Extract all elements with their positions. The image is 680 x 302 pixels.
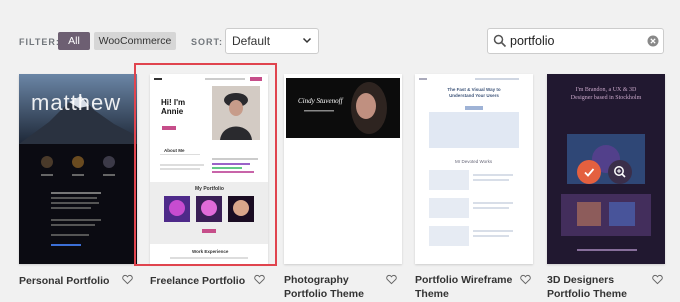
theme-thumbnail[interactable]: matthew (19, 74, 137, 264)
chevron-down-icon (302, 37, 312, 44)
designers-preview (547, 74, 665, 264)
search-input[interactable]: portfolio (487, 28, 664, 54)
theme-card-title: 3D Designers Portfolio Theme (547, 274, 627, 300)
thumb-portfolio: My Portfolio (195, 186, 224, 192)
theme-card-freelance-portfolio[interactable]: Hi! I'm Annie About Me My Portfolio Work… (150, 74, 268, 287)
heart-icon[interactable] (122, 274, 133, 285)
heart-icon[interactable] (386, 274, 397, 285)
theme-thumbnail[interactable]: The Fast & Visual Way to Understand Your… (415, 74, 533, 264)
theme-card-portfolio-wireframe[interactable]: The Fast & Visual Way to Understand Your… (415, 74, 533, 300)
sort-label: SORT: (191, 37, 223, 47)
search-input-value: portfolio (510, 34, 555, 48)
clear-search-icon[interactable] (647, 35, 659, 47)
heart-icon[interactable] (520, 274, 531, 285)
theme-card-title: Personal Portfolio (19, 275, 110, 287)
thumb-heading: I'm Brandon, a UX & 3D Designer based in… (570, 87, 642, 101)
theme-card-title: Freelance Portfolio (150, 275, 246, 287)
heart-icon[interactable] (254, 274, 265, 285)
theme-thumbnail[interactable]: Cindy Stuvenoff (284, 74, 402, 264)
thumb-hero-text: matthew (31, 90, 122, 115)
theme-card-title: Portfolio Wireframe Theme (415, 274, 513, 300)
wireframe-preview (415, 74, 533, 264)
filter-label: FILTER: (19, 37, 60, 47)
thumb-work: Work Experience (192, 249, 229, 254)
filter-all-button[interactable]: All (58, 32, 90, 50)
theme-thumbnail[interactable]: I'm Brandon, a UX & 3D Designer based in… (547, 74, 665, 264)
theme-thumbnail[interactable]: Hi! I'm Annie About Me My Portfolio Work… (150, 74, 268, 264)
heart-icon[interactable] (652, 274, 663, 285)
checkmark-icon (584, 168, 595, 177)
install-button[interactable] (577, 160, 601, 184)
theme-card-photography-portfolio[interactable]: Cindy Stuvenoff Photography Portfolio Th… (284, 74, 402, 300)
filter-woocommerce-button[interactable]: WooCommerce (94, 32, 176, 50)
theme-card-3d-designers-portfolio[interactable]: I'm Brandon, a UX & 3D Designer based in… (547, 74, 665, 300)
thumb-about: About Me (164, 148, 185, 153)
sort-select-value: Default (232, 34, 271, 48)
thumb-heading: The Fast & Visual Way to Understand Your… (447, 87, 501, 98)
thumb-heading: Hi! I'm Annie (161, 98, 186, 116)
sort-select[interactable]: Default (225, 28, 319, 54)
thumb-hero-text: Cindy Stuvenoff (298, 97, 343, 105)
preview-button[interactable] (608, 160, 632, 184)
theme-card-personal-portfolio[interactable]: matthew Personal Portfolio (19, 74, 137, 287)
search-icon (493, 34, 507, 48)
theme-card-title: Photography Portfolio Theme (284, 274, 364, 300)
thumb-section: Mr Devoted Works (455, 159, 493, 164)
zoom-icon (614, 166, 626, 178)
